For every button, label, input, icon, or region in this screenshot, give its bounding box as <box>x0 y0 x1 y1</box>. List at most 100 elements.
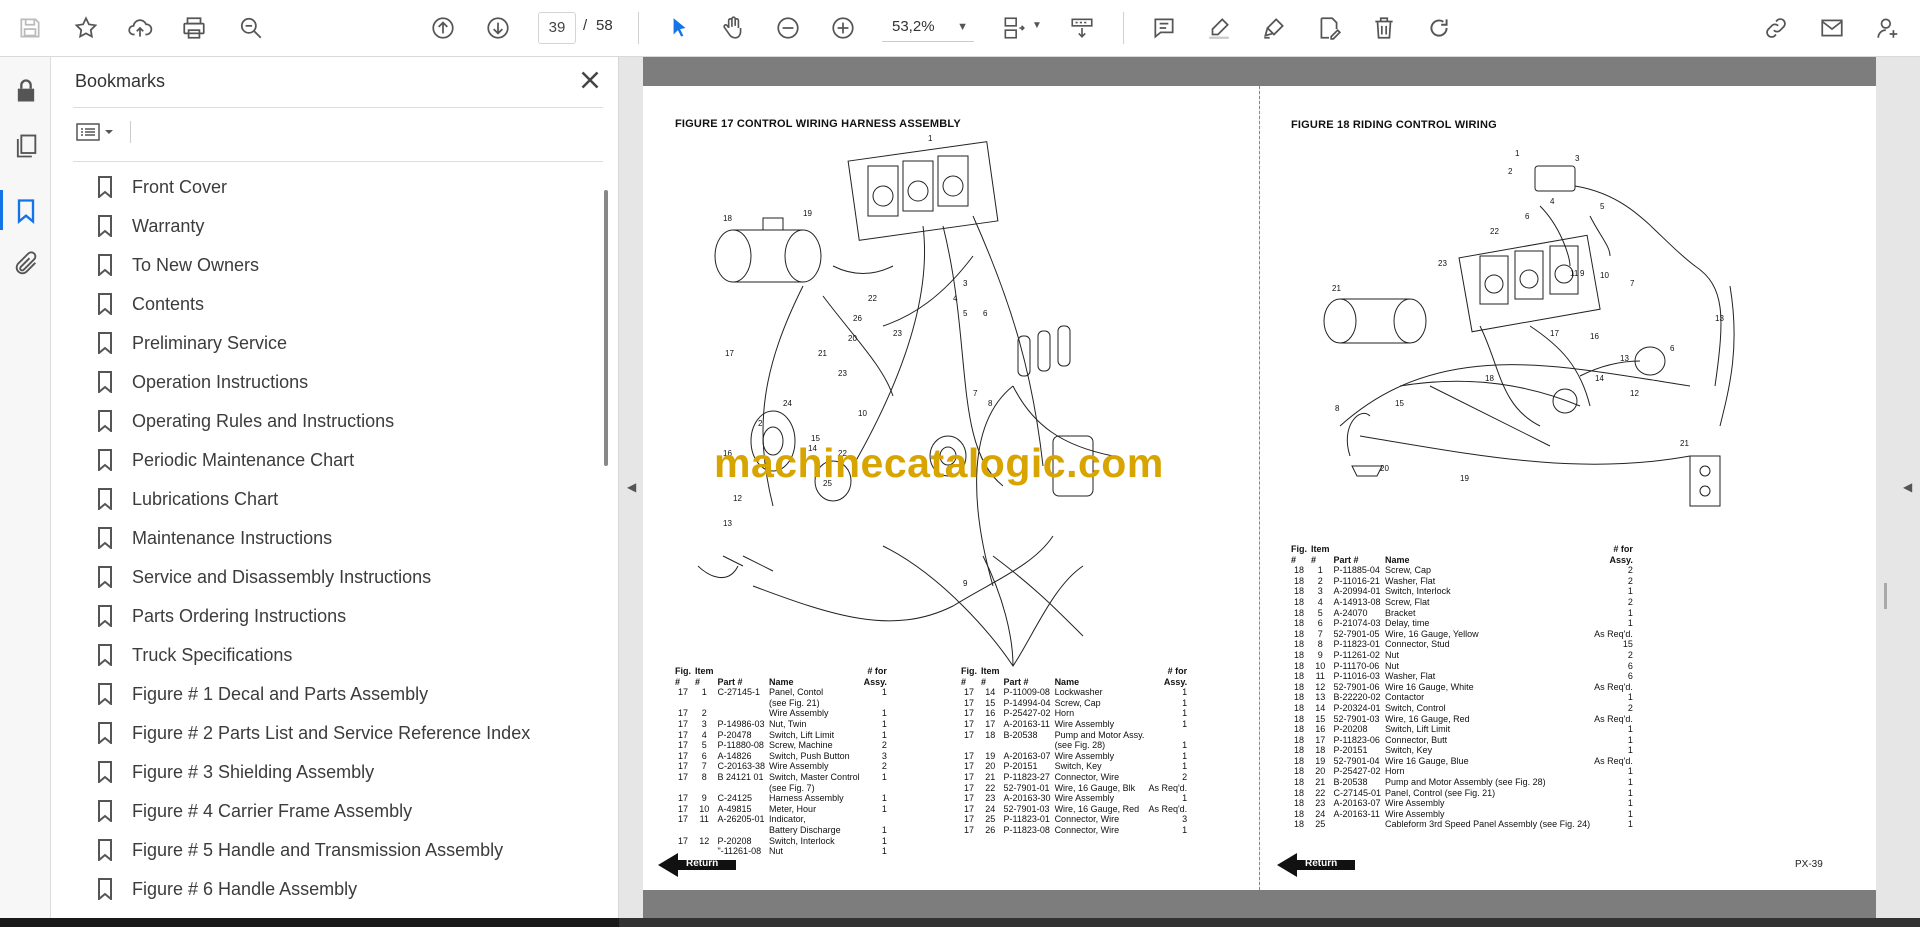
table-cell: Delay, time <box>1385 618 1430 629</box>
bookmark-item[interactable]: Parts Ordering Instructions <box>96 600 346 632</box>
svg-text:23: 23 <box>1438 259 1447 268</box>
bookmark-item[interactable]: Maintenance Instructions <box>96 522 332 554</box>
add-user-icon[interactable] <box>1870 10 1906 46</box>
table-cell: 21 <box>985 771 996 782</box>
table-cell: 10 <box>1315 660 1326 671</box>
current-page-input[interactable]: 39 <box>538 12 576 44</box>
expand-right-panel-icon[interactable]: ◀ <box>1903 480 1912 494</box>
table-cell: 17 <box>677 687 688 698</box>
table-row: 17 25 P-11823-01 Connector, Wire 3 <box>961 814 1191 825</box>
bookmark-options-button[interactable] <box>75 119 123 145</box>
table-cell: 52-7901-04 <box>1333 755 1380 766</box>
print-icon[interactable] <box>176 10 212 46</box>
delete-trash-icon[interactable] <box>1366 10 1402 46</box>
table-cell: 8 <box>701 771 707 782</box>
table-row: 18 15 52-7901-03 Wire, 16 Gauge, Red As Req'… <box>1291 714 1637 725</box>
bookmark-item[interactable]: Figure # 5 Handle and Transmission Assem… <box>96 834 503 866</box>
table-row: 18 16 P-20208 Switch, Lift Limit 1 <box>1291 724 1637 735</box>
table-cell: 1 <box>1627 586 1633 597</box>
bookmark-item[interactable]: Figure # 3 Shielding Assembly <box>96 756 374 788</box>
svg-text:18: 18 <box>723 214 732 223</box>
svg-text:23: 23 <box>838 369 847 378</box>
comment-icon[interactable] <box>1146 10 1182 46</box>
document-scrollbar-thumb[interactable] <box>1884 583 1887 609</box>
bookmark-item[interactable]: Warranty <box>96 210 204 242</box>
bookmark-item[interactable]: Contents <box>96 288 204 320</box>
attachments-paperclip-icon[interactable] <box>12 250 40 278</box>
table-cell: 17 <box>963 814 974 825</box>
zoom-in-icon[interactable] <box>825 10 861 46</box>
table-cell: 9 <box>701 793 707 804</box>
select-cursor-icon[interactable] <box>661 10 697 46</box>
table-row: 18 22 C-27145-01 Panel, Control (see Fig. 2… <box>1291 788 1637 799</box>
return-button[interactable]: Return <box>658 851 738 879</box>
redo-rotate-icon[interactable] <box>1421 10 1457 46</box>
bookmark-item[interactable]: Figure # 6 Handle Assembly <box>96 873 357 905</box>
bookmark-item[interactable]: Figure # 2 Parts List and Service Refere… <box>96 717 530 749</box>
table-cell: 21 <box>1315 777 1326 788</box>
bookmarks-panel-icon[interactable] <box>12 197 40 225</box>
save-icon[interactable] <box>12 10 48 46</box>
bookmark-label: Contents <box>132 293 205 314</box>
svg-text:19: 19 <box>1460 474 1469 483</box>
column-header-fig: Fig. # <box>675 666 691 687</box>
next-page-icon[interactable] <box>480 10 516 46</box>
table-cell: 7 <box>701 761 707 772</box>
table-cell: 9 <box>1317 649 1323 660</box>
bookmark-item[interactable]: Front Cover <box>96 171 227 203</box>
bookmark-item[interactable]: Lubrications Chart <box>96 483 278 515</box>
find-zoom-icon[interactable] <box>233 10 269 46</box>
bookmark-item[interactable]: Operation Instructions <box>96 366 308 398</box>
table-cell: Wire Assembly <box>769 708 829 719</box>
table-row: 17 14 P-11009-08 Lockwasher 1 <box>961 687 1191 698</box>
draw-sign-icon[interactable] <box>1256 10 1292 46</box>
table-cell: 1 <box>881 771 887 782</box>
zoom-out-icon[interactable] <box>770 10 806 46</box>
table-cell: C-27145-1 <box>717 687 761 698</box>
page-thumbnails-icon[interactable] <box>12 132 40 160</box>
chevron-down-icon: ▼ <box>957 21 968 33</box>
bookmark-item[interactable]: Truck Specifications <box>96 639 292 671</box>
bookmark-label: Warranty <box>132 215 205 236</box>
table-cell: 11 <box>1315 671 1325 682</box>
table-cell: 17 <box>963 824 974 835</box>
table-cell: 12 <box>699 835 710 846</box>
bookmark-item[interactable]: Periodic Maintenance Chart <box>96 444 354 476</box>
collapse-left-panel-icon[interactable]: ◀ <box>627 480 636 494</box>
table-cell: As Req'd. <box>1594 628 1633 639</box>
table-row: 18 9 P-11261-02 Nut 2 <box>1291 650 1637 661</box>
table-cell: 17 <box>677 814 688 825</box>
layout-caret-icon[interactable]: ▼ <box>1032 20 1042 31</box>
edit-text-icon[interactable] <box>1311 10 1347 46</box>
share-link-icon[interactable] <box>1758 10 1794 46</box>
table-cell: P-14986-03 <box>717 718 765 729</box>
table-cell: 1 <box>1182 708 1188 719</box>
page-layout-icon[interactable] <box>996 10 1032 46</box>
table-cell: 18 <box>1293 649 1304 660</box>
bookmark-item[interactable]: Preliminary Service <box>96 327 287 359</box>
svg-text:26: 26 <box>853 314 862 323</box>
bookmark-scrollbar-thumb[interactable] <box>604 190 608 466</box>
upload-cloud-icon[interactable] <box>122 10 158 46</box>
zoom-select[interactable]: 53,2% ▼ <box>882 12 974 42</box>
scroll-mode-icon[interactable] <box>1064 10 1100 46</box>
table-cell: 1 <box>1627 745 1633 756</box>
table-cell: B-20538 <box>1003 729 1038 740</box>
lock-icon[interactable] <box>12 77 40 105</box>
bookmark-item[interactable]: Figure # 4 Carrier Frame Assembly <box>96 795 412 827</box>
return-button[interactable]: Return <box>1277 851 1357 879</box>
highlight-pen-icon[interactable] <box>1201 10 1237 46</box>
svg-text:7: 7 <box>973 389 978 398</box>
table-cell: 2 <box>1627 702 1633 713</box>
email-icon[interactable] <box>1814 10 1850 46</box>
table-cell: 18 <box>1293 671 1304 682</box>
bookmark-item[interactable]: Service and Disassembly Instructions <box>96 561 431 593</box>
previous-page-icon[interactable] <box>425 10 461 46</box>
close-icon[interactable] <box>575 65 605 95</box>
star-icon[interactable] <box>68 10 104 46</box>
hand-tool-icon[interactable] <box>715 10 751 46</box>
svg-text:12: 12 <box>733 494 742 503</box>
bookmark-item[interactable]: To New Owners <box>96 249 259 281</box>
bookmark-item[interactable]: Operating Rules and Instructions <box>96 405 394 437</box>
bookmark-item[interactable]: Figure # 1 Decal and Parts Assembly <box>96 678 428 710</box>
